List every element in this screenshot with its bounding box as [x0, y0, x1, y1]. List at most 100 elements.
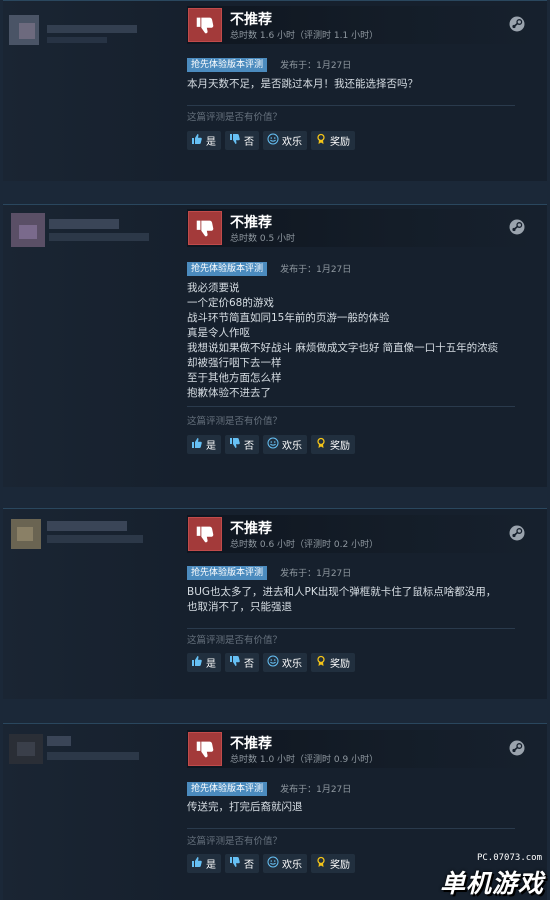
- review-line: 传送完，打完后裔就闪退: [187, 801, 303, 813]
- review-line: 真是令人作呕: [187, 327, 250, 339]
- smiley-icon: [267, 856, 279, 871]
- steam-icon: [509, 525, 525, 545]
- recommendation-label: 不推荐: [230, 12, 272, 28]
- thumbs-down-icon: [188, 8, 222, 42]
- award-icon: [315, 133, 327, 148]
- divider: [187, 828, 515, 829]
- review-text: BUG也太多了，进去和人PK出现个弹框就卡住了鼠标点啥都没用， 也取消不了，只能…: [187, 585, 537, 615]
- posted-date: 发布于：1月27日: [280, 61, 352, 71]
- playtime: 总时数 1.6 小时（评测时 1.1 小时）: [230, 31, 379, 41]
- vote-buttons: 是 否 欢乐 奖励: [187, 435, 355, 455]
- meta-row: 抢先体验版本评测 发布于：1月27日: [187, 778, 352, 796]
- thumbs-down-icon: [229, 437, 241, 452]
- early-access-badge: 抢先体验版本评测: [187, 565, 268, 580]
- award-button[interactable]: 奖励: [311, 854, 355, 873]
- thumbs-up-icon: [191, 437, 203, 452]
- recommendation-label: 不推荐: [230, 736, 272, 752]
- helpful-question: 这篇评测是否有价值？: [187, 635, 283, 646]
- thumbs-up-icon: [191, 133, 203, 148]
- vote-yes-label: 是: [206, 441, 216, 452]
- divider: [187, 406, 515, 407]
- vote-no-label: 否: [244, 441, 254, 452]
- vote-funny-label: 欢乐: [282, 659, 302, 670]
- vote-no-button[interactable]: 否: [225, 653, 259, 672]
- review-line: BUG也太多了，进去和人PK出现个弹框就卡住了鼠标点啥都没用，: [187, 586, 497, 598]
- award-icon: [315, 856, 327, 871]
- award-label: 奖励: [330, 860, 350, 871]
- vote-yes-button[interactable]: 是: [187, 435, 221, 454]
- thumbs-down-icon: [188, 211, 222, 245]
- divider: [187, 628, 515, 629]
- posted-date: 发布于：1月27日: [280, 569, 352, 579]
- smiley-icon: [267, 655, 279, 670]
- helpful-question: 这篇评测是否有价值？: [187, 836, 283, 847]
- vote-funny-button[interactable]: 欢乐: [263, 653, 307, 672]
- review-card: 不推荐 总时数 0.6 小时（评测时 0.2 小时） 抢先体验版本评测 发布于：…: [3, 508, 547, 699]
- vote-funny-label: 欢乐: [282, 860, 302, 871]
- review-line: 抱歉体验不进去了: [187, 387, 271, 399]
- award-button[interactable]: 奖励: [311, 131, 355, 150]
- review-line: 我想说如果做不好战斗 麻烦做成文字也好 简直像一口十五年的浓痰: [187, 342, 499, 354]
- reviewer-info-blurred: [3, 509, 183, 699]
- posted-date: 发布于：1月27日: [280, 785, 352, 795]
- vote-no-button[interactable]: 否: [225, 131, 259, 150]
- vote-funny-button[interactable]: 欢乐: [263, 435, 307, 454]
- review-line: 一个定价68的游戏: [187, 297, 274, 309]
- vote-yes-button[interactable]: 是: [187, 653, 221, 672]
- posted-date: 发布于：1月27日: [280, 265, 352, 275]
- page: { "labels": { "not_recommended": "不推荐", …: [0, 0, 550, 900]
- steam-icon: [509, 16, 525, 36]
- thumbs-down-icon: [188, 732, 222, 766]
- reviewer-info-blurred: [3, 724, 183, 900]
- vote-no-label: 否: [244, 659, 254, 670]
- recommendation-label: 不推荐: [230, 521, 272, 537]
- vote-funny-button[interactable]: 欢乐: [263, 131, 307, 150]
- thumbs-down-icon: [229, 655, 241, 670]
- review-line: 却被强行咽下去一样: [187, 357, 282, 369]
- steam-icon: [509, 219, 525, 239]
- thumbs-down-icon: [229, 133, 241, 148]
- review-text: 我必须要说 一个定价68的游戏 战斗环节简直如同15年前的页游一般的体验 真是令…: [187, 281, 537, 401]
- vote-header[interactable]: 不推荐 总时数 1.0 小时（评测时 0.9 小时）: [187, 730, 537, 768]
- smiley-icon: [267, 133, 279, 148]
- vote-header[interactable]: 不推荐 总时数 0.6 小时（评测时 0.2 小时）: [187, 515, 537, 553]
- meta-row: 抢先体验版本评测 发布于：1月27日: [187, 258, 352, 276]
- vote-no-label: 否: [244, 137, 254, 148]
- vote-yes-button[interactable]: 是: [187, 854, 221, 873]
- smiley-icon: [267, 437, 279, 452]
- vote-no-button[interactable]: 否: [225, 854, 259, 873]
- thumbs-down-icon: [229, 856, 241, 871]
- thumbs-up-icon: [191, 856, 203, 871]
- vote-no-button[interactable]: 否: [225, 435, 259, 454]
- helpful-question: 这篇评测是否有价值？: [187, 112, 283, 123]
- recommendation-label: 不推荐: [230, 215, 272, 231]
- vote-buttons: 是 否 欢乐 奖励: [187, 131, 355, 151]
- award-button[interactable]: 奖励: [311, 653, 355, 672]
- award-icon: [315, 437, 327, 452]
- reviewer-info-blurred: [3, 205, 183, 487]
- review-text: 传送完，打完后裔就闪退: [187, 800, 537, 815]
- award-label: 奖励: [330, 137, 350, 148]
- early-access-badge: 抢先体验版本评测: [187, 57, 268, 72]
- review-text: 本月天数不足，是否跳过本月！我还能选择否吗？: [187, 77, 537, 92]
- award-button[interactable]: 奖励: [311, 435, 355, 454]
- review-content: 不推荐 总时数 0.5 小时 抢先体验版本评测 发布于：1月27日 我必须要说 …: [187, 205, 537, 487]
- vote-no-label: 否: [244, 860, 254, 871]
- award-label: 奖励: [330, 659, 350, 670]
- thumbs-up-icon: [191, 655, 203, 670]
- thumbs-down-icon: [188, 517, 222, 551]
- helpful-question: 这篇评测是否有价值？: [187, 416, 283, 427]
- vote-funny-label: 欢乐: [282, 137, 302, 148]
- early-access-badge: 抢先体验版本评测: [187, 261, 268, 276]
- vote-yes-button[interactable]: 是: [187, 131, 221, 150]
- playtime: 总时数 1.0 小时（评测时 0.9 小时）: [230, 755, 379, 765]
- vote-header[interactable]: 不推荐 总时数 0.5 小时: [187, 209, 537, 247]
- vote-yes-label: 是: [206, 137, 216, 148]
- review-line: 至于其他方面怎么样: [187, 372, 282, 384]
- vote-yes-label: 是: [206, 860, 216, 871]
- vote-header[interactable]: 不推荐 总时数 1.6 小时（评测时 1.1 小时）: [187, 6, 537, 44]
- review-line: 本月天数不足，是否跳过本月！我还能选择否吗？: [187, 78, 418, 90]
- vote-buttons: 是 否 欢乐 奖励: [187, 653, 355, 673]
- vote-funny-button[interactable]: 欢乐: [263, 854, 307, 873]
- vote-buttons: 是 否 欢乐 奖励: [187, 854, 355, 874]
